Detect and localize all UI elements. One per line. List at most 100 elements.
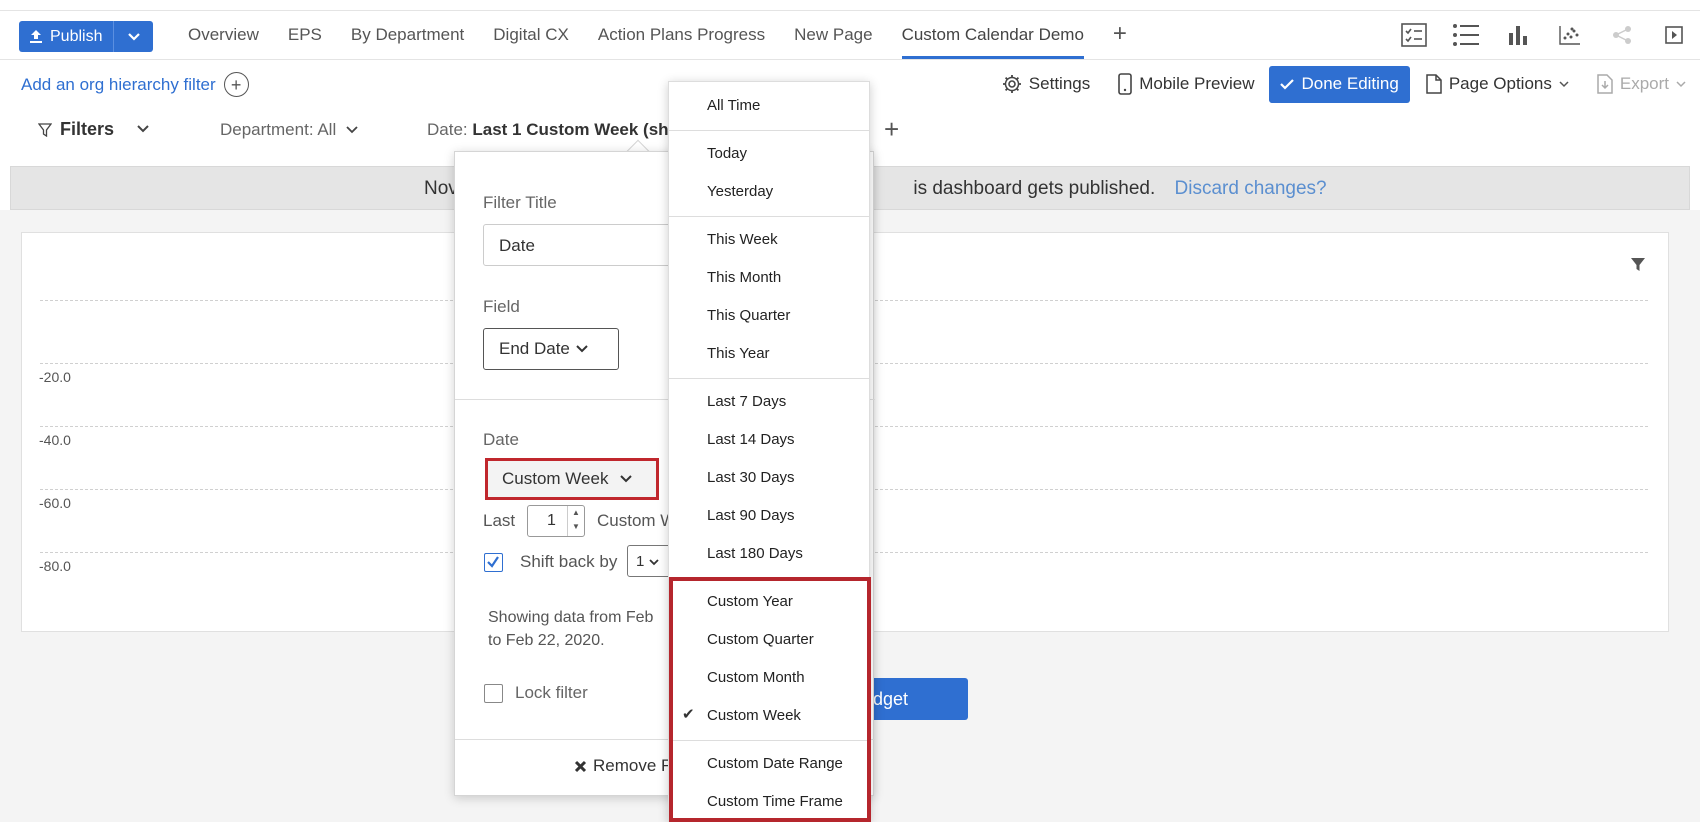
date-filter-value: Last 1 Custom Week (shi xyxy=(472,120,674,139)
filters-label: Filters xyxy=(60,119,115,139)
tab-overview[interactable]: Overview xyxy=(188,11,259,59)
publish-menu-button[interactable] xyxy=(113,21,154,52)
date-range-summary-line1: Showing data from Feb xyxy=(488,609,654,626)
field-select[interactable]: End Date xyxy=(483,328,619,370)
gear-icon xyxy=(1002,75,1021,93)
custom-options-highlight xyxy=(669,577,871,822)
done-editing-button[interactable]: Done Editing xyxy=(1268,65,1410,103)
chevron-down-icon xyxy=(137,125,149,133)
chevron-down-icon xyxy=(576,345,588,353)
option-this-month[interactable]: This Month xyxy=(707,269,781,286)
shift-back-value: 1 xyxy=(636,553,645,570)
option-last-7-days[interactable]: Last 7 Days xyxy=(707,393,786,410)
page-actions: Settings Mobile Preview Done Editing Pag… xyxy=(988,65,1700,103)
last-label: Last xyxy=(483,511,516,530)
scatter-icon[interactable] xyxy=(1544,11,1596,59)
option-custom-time-frame[interactable]: Custom Time Frame xyxy=(707,793,843,810)
menu-divider xyxy=(669,378,869,379)
last-count-input[interactable]: 1 ▲ ▼ xyxy=(527,505,585,537)
export-button[interactable]: Export xyxy=(1583,74,1700,94)
remove-filter-button[interactable]: Remove F xyxy=(574,756,671,776)
option-last-30-days[interactable]: Last 30 Days xyxy=(707,469,795,486)
date-type-select[interactable]: Custom Week xyxy=(485,458,659,500)
tab-by-department[interactable]: By Department xyxy=(351,11,464,59)
close-icon xyxy=(574,760,587,772)
check-icon xyxy=(1279,79,1294,90)
date-range-summary-line2: to Feb 22, 2020. xyxy=(488,632,605,649)
page-tabs: Overview EPS By Department Digital CX Ac… xyxy=(188,11,1127,59)
lock-filter-checkbox[interactable] xyxy=(484,684,503,703)
export-label: Export xyxy=(1619,74,1669,93)
field-label: Field xyxy=(483,297,520,316)
top-bar: Publish Overview EPS By Department Digit… xyxy=(0,10,1700,60)
add-tab-button[interactable]: + xyxy=(1113,11,1127,59)
chevron-down-icon xyxy=(620,475,633,483)
remove-filter-label: Remove F xyxy=(593,756,672,775)
discard-changes-link[interactable]: Discard changes? xyxy=(1175,178,1327,199)
tab-digital-cx[interactable]: Digital CX xyxy=(493,11,569,59)
publish-label: Publish xyxy=(50,27,103,45)
checklist-icon[interactable] xyxy=(1388,11,1440,59)
date-label: Date xyxy=(483,430,519,449)
publish-button[interactable]: Publish xyxy=(19,21,114,52)
tab-action-plans-progress[interactable]: Action Plans Progress xyxy=(598,11,765,59)
preview-icon[interactable] xyxy=(1648,11,1700,59)
field-select-value: End Date xyxy=(499,339,570,358)
filter-title-label: Filter Title xyxy=(483,193,557,212)
date-filter[interactable]: Date: Last 1 Custom Week (shi xyxy=(427,120,673,140)
done-editing-label: Done Editing xyxy=(1301,74,1399,93)
menu-divider xyxy=(669,216,869,217)
option-today[interactable]: Today xyxy=(707,145,747,162)
y-axis-label: -20.0 xyxy=(39,369,71,385)
date-range-summary: Showing data from Feb to Feb 22, 2020. xyxy=(488,606,678,652)
tab-eps[interactable]: EPS xyxy=(288,11,322,59)
mobile-preview-button[interactable]: Mobile Preview xyxy=(1104,73,1268,95)
page-icon xyxy=(1426,74,1442,94)
option-this-week[interactable]: This Week xyxy=(707,231,778,248)
notice-text-left: Nov xyxy=(424,178,458,199)
list-icon[interactable] xyxy=(1440,11,1492,59)
org-filter-label: Add an org hierarchy filter xyxy=(21,74,216,94)
widget-toolbar xyxy=(1388,11,1700,59)
bar-chart-icon[interactable] xyxy=(1492,11,1544,59)
department-filter[interactable]: Department: All xyxy=(220,120,358,140)
export-icon xyxy=(1597,74,1613,94)
option-yesterday[interactable]: Yesterday xyxy=(707,183,773,200)
y-axis-label: -60.0 xyxy=(39,495,71,511)
option-custom-date-range[interactable]: Custom Date Range xyxy=(707,755,843,772)
option-last-14-days[interactable]: Last 14 Days xyxy=(707,431,795,448)
option-last-180-days[interactable]: Last 180 Days xyxy=(707,545,803,562)
option-custom-month[interactable]: Custom Month xyxy=(707,669,805,686)
publish-group: Publish xyxy=(19,21,154,52)
check-icon xyxy=(487,556,499,568)
chevron-down-icon xyxy=(128,33,140,41)
upload-icon xyxy=(30,30,42,43)
add-org-filter-link[interactable]: Add an org hierarchy filter + xyxy=(21,72,249,97)
shift-back-checkbox[interactable] xyxy=(484,553,503,572)
option-this-year[interactable]: This Year xyxy=(707,345,770,362)
filters-toggle[interactable]: Filters xyxy=(38,119,114,140)
funnel-icon xyxy=(38,122,52,137)
option-last-90-days[interactable]: Last 90 Days xyxy=(707,507,795,524)
menu-divider xyxy=(669,130,869,131)
menu-divider xyxy=(669,578,869,579)
menu-divider xyxy=(669,740,869,741)
add-filter-button[interactable]: + xyxy=(884,114,899,145)
option-custom-quarter[interactable]: Custom Quarter xyxy=(707,631,814,648)
chevron-down-icon xyxy=(1676,80,1686,87)
stepper-arrows[interactable]: ▲ ▼ xyxy=(567,506,584,536)
option-all-time[interactable]: All Time xyxy=(707,97,760,114)
option-custom-year[interactable]: Custom Year xyxy=(707,593,793,610)
filters-collapse-button[interactable] xyxy=(136,120,150,138)
lock-filter-label: Lock filter xyxy=(515,683,588,702)
tab-new-page[interactable]: New Page xyxy=(794,11,872,59)
option-custom-week[interactable]: Custom Week xyxy=(707,707,801,724)
date-type-value: Custom Week xyxy=(502,469,609,488)
option-this-quarter[interactable]: This Quarter xyxy=(707,307,790,324)
tab-custom-calendar-demo[interactable]: Custom Calendar Demo xyxy=(901,11,1084,59)
phone-icon xyxy=(1118,73,1133,95)
share-icon[interactable] xyxy=(1596,11,1648,59)
widget-filter-icon[interactable] xyxy=(1630,257,1646,278)
page-options-button[interactable]: Page Options xyxy=(1412,74,1583,94)
settings-button[interactable]: Settings xyxy=(988,74,1104,94)
